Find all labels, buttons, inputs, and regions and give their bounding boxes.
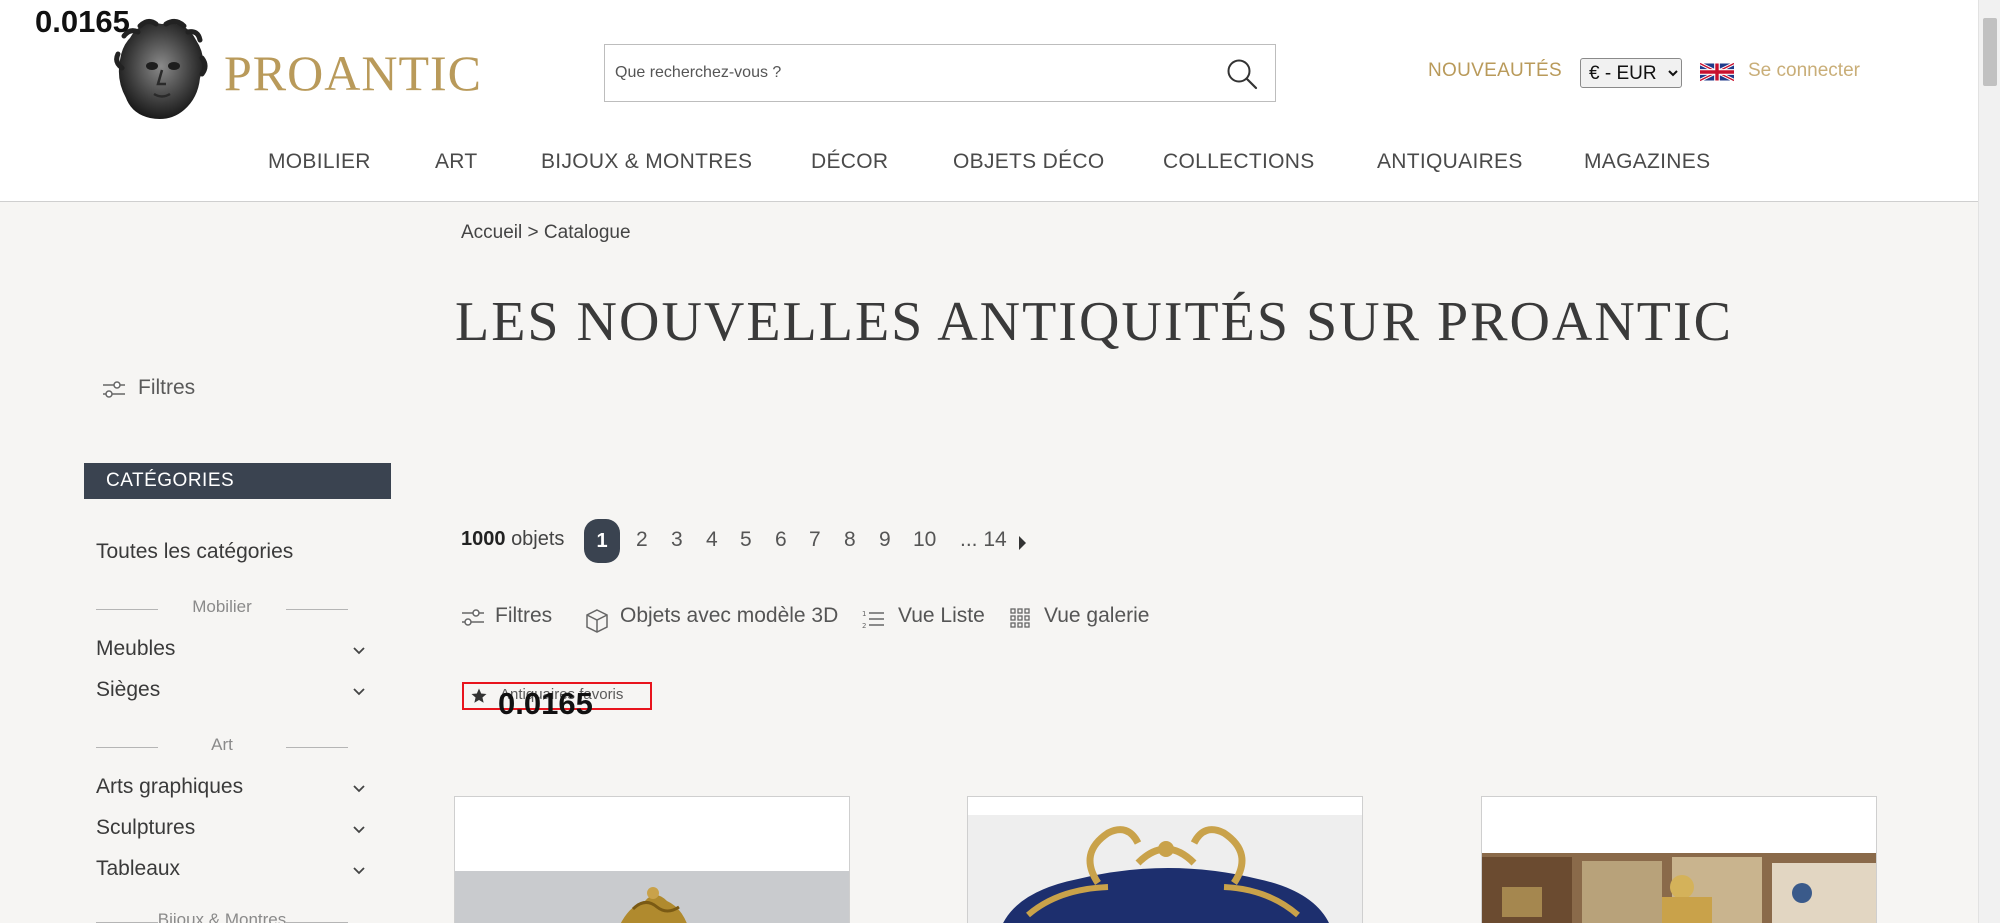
page-link[interactable]: 6 — [775, 528, 787, 552]
login-link[interactable]: Se connecter — [1748, 60, 1860, 82]
page-link-last[interactable]: ... 14 — [960, 528, 1007, 552]
gallery-view-label: Vue galerie — [1044, 604, 1150, 627]
breadcrumb: Accueil > Catalogue — [461, 222, 631, 244]
objects-3d-label: Objets avec modèle 3D — [620, 604, 839, 627]
chevron-down-icon[interactable] — [352, 823, 366, 837]
sidebar-item-label: Arts graphiques — [96, 775, 244, 798]
sidebar-filters-label: Filtres — [138, 376, 196, 399]
nouveautes-link[interactable]: NOUVEAUTÉS — [1428, 60, 1562, 82]
grid-view-icon — [1010, 608, 1030, 628]
page-link[interactable]: 7 — [809, 528, 821, 552]
breadcrumb-current[interactable]: Catalogue — [544, 222, 631, 243]
nav-item-mobilier[interactable]: MOBILIER — [268, 150, 371, 174]
page-link[interactable]: 4 — [706, 528, 718, 552]
results-count-label: objets — [511, 528, 565, 550]
product-image — [455, 797, 849, 923]
nav-item-art[interactable]: ART — [435, 150, 478, 174]
chevron-down-icon[interactable] — [352, 644, 366, 658]
categories-header: CATÉGORIES — [84, 463, 391, 499]
search-box — [604, 44, 1276, 102]
sidebar-item-sieges[interactable]: Sièges — [96, 678, 366, 708]
filter-sliders-icon — [462, 609, 484, 626]
results-count-number: 1000 — [461, 528, 506, 550]
page-title: LES NOUVELLES ANTIQUITÉS SUR PROANTIC — [455, 291, 1733, 353]
product-card[interactable] — [967, 796, 1363, 923]
page-link[interactable]: 8 — [844, 528, 856, 552]
list-view-icon: 1 2 — [862, 610, 884, 630]
sidebar-item-label: Tableaux — [96, 857, 181, 880]
nav-item-magazines[interactable]: MAGAZINES — [1584, 150, 1710, 174]
next-page-icon[interactable] — [1016, 534, 1028, 552]
scrollbar-thumb[interactable] — [1983, 18, 1997, 86]
overlay-label-top: 0.0165 — [35, 4, 130, 39]
product-card[interactable] — [1481, 796, 1877, 923]
page-link[interactable]: 5 — [740, 528, 752, 552]
vertical-scrollbar[interactable] — [1978, 0, 2000, 923]
sidebar-item-tableaux[interactable]: Tableaux — [96, 857, 366, 887]
sidebar-item-sculptures[interactable]: Sculptures — [96, 816, 366, 846]
page-link[interactable]: 10 — [913, 528, 936, 552]
chevron-down-icon[interactable] — [352, 864, 366, 878]
cube-3d-icon — [586, 609, 608, 633]
nav-item-objets-deco[interactable]: OBJETS DÉCO — [953, 150, 1105, 174]
section-heading-bijoux-montres: Bijoux & Montres — [96, 910, 348, 923]
sidebar-item-arts-graphiques[interactable]: Arts graphiques — [96, 775, 366, 805]
sidebar-item-label: Sièges — [96, 678, 161, 701]
all-categories-link[interactable]: Toutes les catégories — [96, 540, 293, 564]
nav-item-decor[interactable]: DÉCOR — [811, 150, 888, 174]
list-view-label: Vue Liste — [898, 604, 985, 627]
overlay-label-mid: 0.0165 — [498, 686, 593, 721]
logo-text[interactable]: PROANTIC — [224, 44, 482, 102]
filter-sliders-icon — [103, 381, 125, 398]
product-image — [1482, 797, 1876, 923]
page-link[interactable]: 3 — [671, 528, 683, 552]
sidebar-item-meubles[interactable]: Meubles — [96, 637, 366, 667]
svg-text:2: 2 — [862, 622, 866, 630]
product-image — [968, 797, 1362, 923]
page-link[interactable]: 9 — [879, 528, 891, 552]
product-card[interactable] — [454, 796, 850, 923]
page-link[interactable]: 2 — [636, 528, 648, 552]
svg-text:1: 1 — [862, 610, 866, 618]
uk-flag-icon[interactable] — [1700, 60, 1734, 84]
chevron-down-icon[interactable] — [352, 685, 366, 699]
breadcrumb-home[interactable]: Accueil — [461, 222, 522, 243]
section-heading-art: Art — [96, 735, 348, 759]
section-heading-mobilier: Mobilier — [96, 597, 348, 621]
breadcrumb-separator: > — [527, 222, 539, 243]
nav-item-collections[interactable]: COLLECTIONS — [1163, 150, 1315, 174]
site-header: PROANTIC NOUVEAUTÉS € - EUR Se connecter… — [0, 0, 1978, 202]
currency-select[interactable]: € - EUR — [1580, 58, 1682, 88]
chevron-down-icon[interactable] — [352, 782, 366, 796]
main-nav: MOBILIER ART BIJOUX & MONTRES DÉCOR OBJE… — [0, 140, 1978, 190]
search-input[interactable] — [615, 45, 1195, 101]
search-icon[interactable] — [1225, 57, 1259, 91]
sidebar-item-label: Meubles — [96, 637, 176, 660]
toolbar-filters-label: Filtres — [495, 604, 553, 627]
sidebar-item-label: Sculptures — [96, 816, 196, 839]
nav-item-bijoux-montres[interactable]: BIJOUX & MONTRES — [541, 150, 752, 174]
nav-item-antiquaires[interactable]: ANTIQUAIRES — [1377, 150, 1523, 174]
results-count: 1000 objets — [461, 528, 564, 551]
page-1-current[interactable]: 1 — [584, 519, 620, 563]
